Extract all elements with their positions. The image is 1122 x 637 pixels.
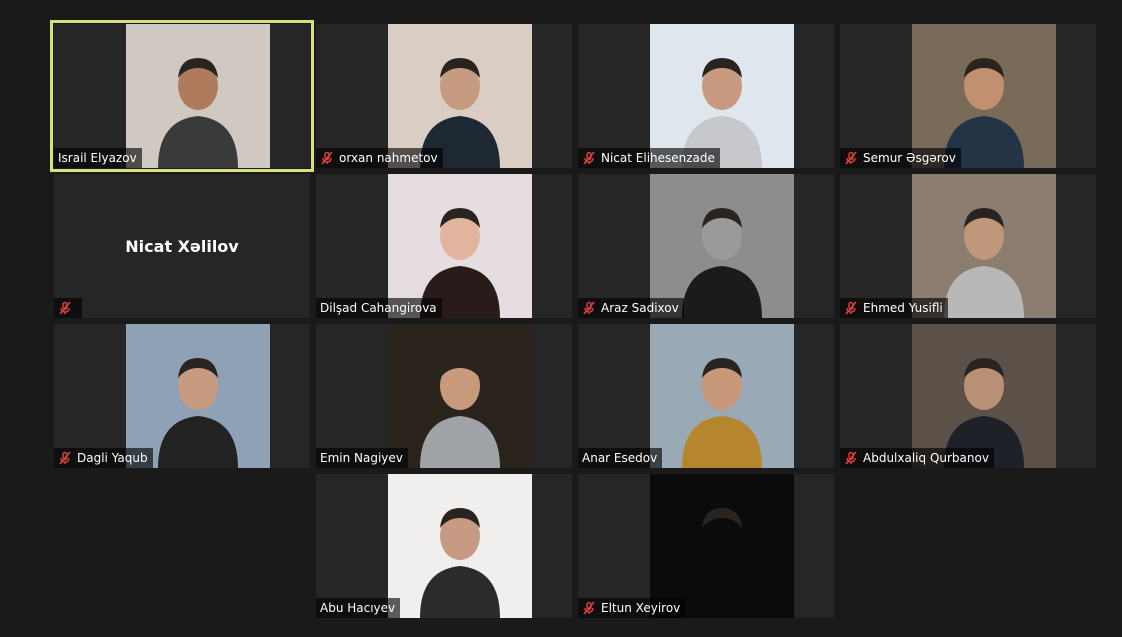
- participant-name: Abdulxaliq Qurbanov: [863, 451, 989, 465]
- muted-mic-icon: [844, 151, 858, 165]
- participant-video: [388, 24, 532, 168]
- video-gallery: Israil Elyazov orxan nahmetov Nicat Elihes…: [0, 0, 1122, 637]
- participant-name-tag: Dilşad Cahangirova: [316, 298, 442, 318]
- participant-name: Eltun Xeyirov: [601, 601, 681, 615]
- participant-name-tag: Anar Esedov: [578, 448, 663, 468]
- muted-mic-icon: [582, 601, 596, 615]
- participant-name: Araz Sadixov: [601, 301, 679, 315]
- participant-name-tag: orxan nahmetov: [316, 148, 443, 168]
- participant-video: [388, 174, 532, 318]
- muted-mic-icon: [582, 151, 596, 165]
- participant-name-tag: [54, 298, 82, 318]
- participant-video: [650, 24, 794, 168]
- muted-mic-icon: [58, 451, 72, 465]
- participant-tile[interactable]: Emin Nagiyev: [316, 324, 572, 468]
- participant-tile[interactable]: Ehmed Yusifli: [840, 174, 1096, 318]
- muted-mic-icon: [582, 301, 596, 315]
- participant-name: Dilşad Cahangirova: [320, 301, 437, 315]
- participant-name-tag: Araz Sadixov: [578, 298, 684, 318]
- muted-mic-icon: [844, 451, 858, 465]
- participant-video: [126, 24, 270, 168]
- participant-tile[interactable]: Eltun Xeyirov: [578, 474, 834, 618]
- participant-name-tag: Ehmed Yusifli: [840, 298, 948, 318]
- participant-tile[interactable]: Dilşad Cahangirova: [316, 174, 572, 318]
- participant-name-tag: Semur Əsgərov: [840, 148, 961, 168]
- participant-name-tag: Nicat Elihesenzade: [578, 148, 720, 168]
- participant-video: [126, 324, 270, 468]
- participant-name: Ehmed Yusifli: [863, 301, 943, 315]
- participant-tile[interactable]: Semur Əsgərov: [840, 24, 1096, 168]
- participant-name: Israil Elyazov: [58, 151, 137, 165]
- participant-display-name: Nicat Xəlilov: [125, 236, 239, 256]
- participant-tile[interactable]: Nicat Elihesenzade: [578, 24, 834, 168]
- participant-name: Nicat Elihesenzade: [601, 151, 715, 165]
- muted-mic-icon: [320, 151, 334, 165]
- participant-video: [650, 474, 794, 618]
- participant-tile[interactable]: Nicat Xəlilov: [54, 174, 310, 318]
- participant-tile[interactable]: Araz Sadixov: [578, 174, 834, 318]
- participant-name-tag: Dagli Yaqub: [54, 448, 153, 468]
- participant-video: [912, 174, 1056, 318]
- participant-video: [912, 24, 1056, 168]
- participant-tile[interactable]: orxan nahmetov: [316, 24, 572, 168]
- muted-mic-icon: [844, 301, 858, 315]
- participant-video: [388, 324, 532, 468]
- participant-tile[interactable]: Dagli Yaqub: [54, 324, 310, 468]
- participant-name: Anar Esedov: [582, 451, 658, 465]
- participant-name: orxan nahmetov: [339, 151, 438, 165]
- participant-name: Dagli Yaqub: [77, 451, 148, 465]
- participant-name: Abu Hacıyev: [320, 601, 396, 615]
- participant-name-tag: Abu Hacıyev: [316, 598, 401, 618]
- participant-name: Emin Nagiyev: [320, 451, 403, 465]
- participant-video: [650, 324, 794, 468]
- participant-video: [650, 174, 794, 318]
- participant-tile[interactable]: Abu Hacıyev: [316, 474, 572, 618]
- participant-video: [912, 324, 1056, 468]
- participant-name-tag: Abdulxaliq Qurbanov: [840, 448, 994, 468]
- muted-mic-icon: [58, 301, 72, 315]
- participant-tile[interactable]: Anar Esedov: [578, 324, 834, 468]
- participant-tile[interactable]: Abdulxaliq Qurbanov: [840, 324, 1096, 468]
- participant-name-tag: Emin Nagiyev: [316, 448, 408, 468]
- participant-name-tag: Israil Elyazov: [54, 148, 142, 168]
- participant-tile[interactable]: Israil Elyazov: [50, 20, 314, 172]
- participant-name: Semur Əsgərov: [863, 151, 956, 165]
- participant-name-tag: Eltun Xeyirov: [578, 598, 686, 618]
- participant-video: [388, 474, 532, 618]
